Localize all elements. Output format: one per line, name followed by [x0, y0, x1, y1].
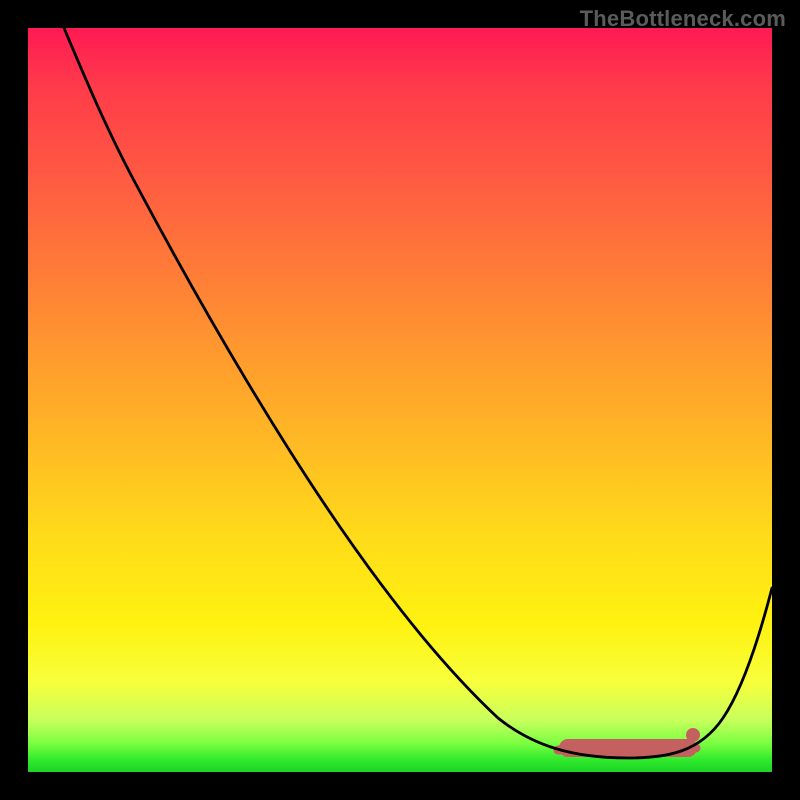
plot-area [28, 28, 772, 772]
watermark-text: TheBottleneck.com [580, 6, 786, 32]
bottleneck-curve [64, 28, 772, 758]
chart-svg [28, 28, 772, 772]
optimal-range-band-inner [558, 748, 696, 750]
chart-container: TheBottleneck.com [0, 0, 800, 800]
marker-dot [686, 728, 700, 742]
